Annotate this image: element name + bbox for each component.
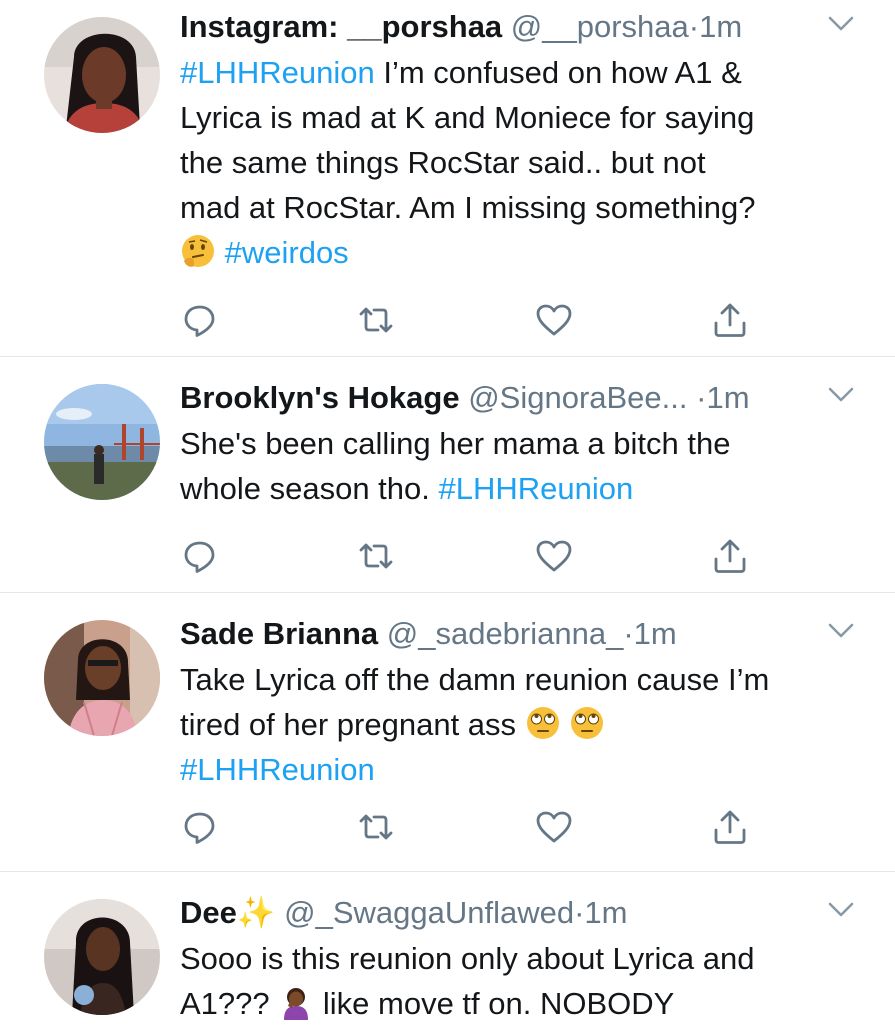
separator-dot: · <box>688 9 700 44</box>
rolling-eyes-face-icon <box>569 705 605 741</box>
separator-dot: · <box>574 895 585 930</box>
tweet-text: Sooo is this reunion only about Lyrica a… <box>180 936 875 1026</box>
handle[interactable]: @__porshaa <box>511 9 689 44</box>
tweet[interactable]: Sade Brianna @_sadebrianna_·1m Take Lyri… <box>0 593 895 872</box>
reply-icon[interactable] <box>180 807 220 847</box>
retweet-icon[interactable] <box>356 536 396 576</box>
display-name[interactable]: Dee <box>180 895 237 930</box>
hashtag[interactable]: #LHHReunion <box>439 471 634 506</box>
reply-icon[interactable] <box>180 300 220 340</box>
rolling-eyes-face-icon <box>525 705 561 741</box>
retweet-icon[interactable] <box>356 300 396 340</box>
tweet-text-line: A1??? <box>180 986 270 1021</box>
tweet-text-line: Take Lyrica off the damn reunion cause I… <box>180 662 770 697</box>
display-name[interactable]: Sade Brianna <box>180 616 378 651</box>
tweet-header: Dee✨ @_SwaggaUnflawed·1m <box>180 894 875 932</box>
avatar[interactable] <box>44 17 160 133</box>
tweet-text-line: the same things RocStar said.. but not <box>180 145 706 180</box>
handle[interactable]: @_SwaggaUnflawed <box>284 895 574 930</box>
tweet-text: #LHHReunion I’m confused on how A1 & Lyr… <box>180 50 875 275</box>
timestamp[interactable]: 1m <box>706 380 749 415</box>
hashtag[interactable]: #LHHReunion <box>180 752 375 787</box>
display-name[interactable]: Brooklyn's Hokage <box>180 380 460 415</box>
tweet-text: Take Lyrica off the damn reunion cause I… <box>180 657 875 792</box>
tweet-text-line: Sooo is this reunion only about Lyrica a… <box>180 941 755 976</box>
thinking-face-icon <box>180 233 216 269</box>
handle[interactable]: @_sadebrianna_ <box>387 616 624 651</box>
tweet-header: Brooklyn's Hokage @SignoraBee... ·1m <box>180 379 875 417</box>
tweet-text-line: mad at RocStar. Am I missing something? <box>180 190 756 225</box>
avatar[interactable] <box>44 899 160 1015</box>
tweet-actions <box>180 536 760 576</box>
tweet-actions <box>180 300 760 340</box>
tweet-text-line: whole season tho. <box>180 471 439 506</box>
tweet-actions <box>180 807 760 847</box>
tweet-text-line: tired of her pregnant ass <box>180 707 525 742</box>
avatar[interactable] <box>44 620 160 736</box>
heart-icon[interactable] <box>534 536 574 576</box>
share-icon[interactable] <box>710 536 750 576</box>
timestamp[interactable]: 1m <box>634 616 677 651</box>
tweet-text: She's been calling her mama a bitch the … <box>180 421 875 511</box>
separator-dot: · <box>623 616 634 651</box>
handle[interactable]: @SignoraBee... <box>468 380 687 415</box>
chevron-down-icon[interactable] <box>827 14 855 34</box>
person-facepalming-icon <box>278 984 314 1020</box>
share-icon[interactable] <box>710 300 750 340</box>
tweet-text-line: Lyrica is mad at K and Moniece for sayin… <box>180 100 755 135</box>
tweet-header: Sade Brianna @_sadebrianna_·1m <box>180 615 875 653</box>
timestamp[interactable]: 1m <box>584 895 627 930</box>
avatar[interactable] <box>44 384 160 500</box>
share-icon[interactable] <box>710 807 750 847</box>
tweet[interactable]: Dee✨ @_SwaggaUnflawed·1m Sooo is this re… <box>0 872 895 1024</box>
timestamp[interactable]: 1m <box>699 9 742 44</box>
retweet-icon[interactable] <box>356 807 396 847</box>
hashtag[interactable]: #LHHReunion <box>180 55 375 90</box>
chevron-down-icon[interactable] <box>827 621 855 641</box>
display-name[interactable]: Instagram: __porshaa <box>180 9 502 44</box>
tweet-text-line: I’m confused on how A1 & <box>374 55 742 90</box>
heart-icon[interactable] <box>534 807 574 847</box>
heart-icon[interactable] <box>534 300 574 340</box>
tweet[interactable]: Brooklyn's Hokage @SignoraBee... ·1m She… <box>0 357 895 593</box>
reply-icon[interactable] <box>180 536 220 576</box>
chevron-down-icon[interactable] <box>827 900 855 920</box>
tweet-text-line: like move tf on. NOBODY <box>314 986 675 1021</box>
tweet-text-line: She's been calling her mama a bitch the <box>180 426 731 461</box>
tweet[interactable]: Instagram: __porshaa @__porshaa·1m #LHHR… <box>0 0 895 357</box>
tweet-header: Instagram: __porshaa @__porshaa·1m <box>180 8 875 46</box>
hashtag[interactable]: #weirdos <box>225 235 349 270</box>
sparkles-icon: ✨ <box>236 895 276 930</box>
separator-dot: · <box>696 380 707 415</box>
chevron-down-icon[interactable] <box>827 385 855 405</box>
